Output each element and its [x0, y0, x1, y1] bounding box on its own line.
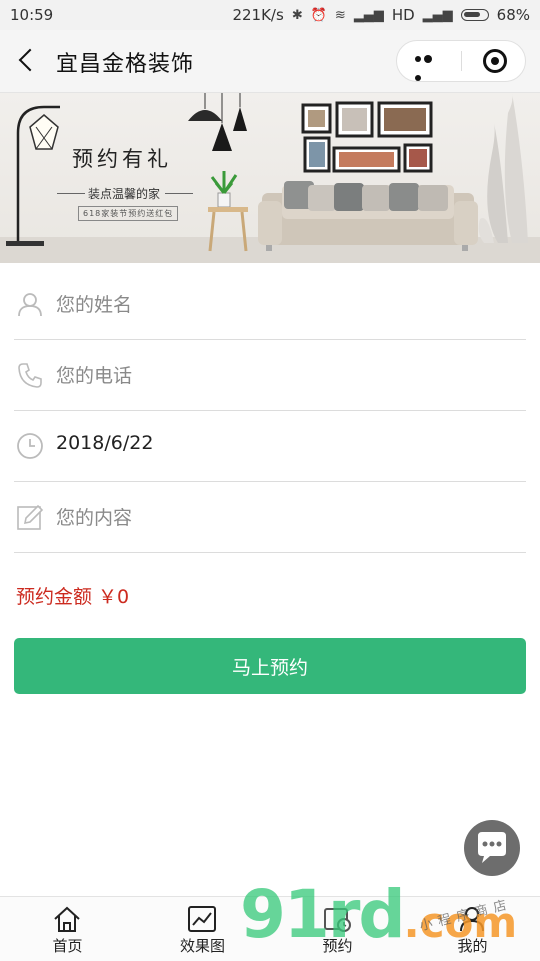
more-icon[interactable]	[415, 55, 443, 81]
tab-label: 首页	[52, 937, 83, 955]
signal-icon: ▂▄▆	[353, 7, 384, 23]
name-row	[14, 270, 526, 340]
date-row: 2018/6/22	[14, 412, 526, 482]
status-time: 10:59	[10, 6, 54, 24]
tab-home[interactable]: 首页	[0, 897, 135, 961]
battery-icon	[460, 9, 489, 21]
network-speed: 221K/s	[232, 6, 284, 24]
banner-tag: 618家装节预约送红包	[78, 206, 179, 221]
chat-icon	[478, 832, 506, 863]
wifi-icon: ≋	[334, 7, 346, 23]
capsule-divider	[461, 51, 462, 71]
chart-icon	[188, 906, 216, 932]
alarm-icon: ⏰	[310, 7, 327, 23]
phone-icon	[18, 363, 42, 388]
amount-label: 预约金额	[16, 586, 93, 608]
banner-illustration	[6, 93, 528, 252]
name-input[interactable]	[56, 290, 516, 320]
book-now-button[interactable]: 马上预约	[14, 638, 526, 694]
phone-row	[14, 341, 526, 411]
close-icon[interactable]	[483, 49, 507, 73]
signal-icon-2: ▂▄▆	[422, 7, 453, 23]
banner-title: 预约有礼	[72, 147, 172, 171]
user-icon	[18, 293, 42, 317]
banner-divider	[165, 193, 193, 194]
back-button[interactable]	[14, 44, 42, 76]
date-picker[interactable]: 2018/6/22	[56, 432, 516, 462]
amount-value: ￥0	[98, 586, 130, 608]
banner-subtitle: 装点温馨的家	[88, 187, 161, 201]
banner-divider	[57, 193, 85, 194]
booking-amount: 预约金额 ￥0	[16, 582, 129, 609]
clock-icon	[17, 433, 43, 459]
content-row	[14, 483, 526, 553]
watermark-main: 91rd	[240, 876, 406, 953]
phone-input[interactable]	[56, 361, 516, 391]
network-type: HD	[391, 6, 415, 24]
edit-icon	[17, 504, 44, 530]
page-title: 宜昌金格装饰	[56, 52, 195, 77]
battery-level: 68%	[496, 6, 530, 24]
status-bar: 10:59 221K/s ✱ ⏰ ≋ ▂▄▆ HD ▂▄▆ 68%	[0, 0, 540, 30]
miniprogram-capsule	[396, 40, 526, 82]
home-icon	[54, 906, 80, 932]
customer-service-button[interactable]	[464, 820, 520, 876]
nav-bar: 宜昌金格装饰	[0, 30, 540, 93]
bluetooth-icon: ✱	[291, 7, 303, 23]
content-input[interactable]	[56, 503, 516, 533]
status-indicators: 221K/s ✱ ⏰ ≋ ▂▄▆ HD ▂▄▆ 68%	[232, 6, 530, 24]
banner: 预约有礼 装点温馨的家 618家装节预约送红包	[0, 93, 540, 263]
